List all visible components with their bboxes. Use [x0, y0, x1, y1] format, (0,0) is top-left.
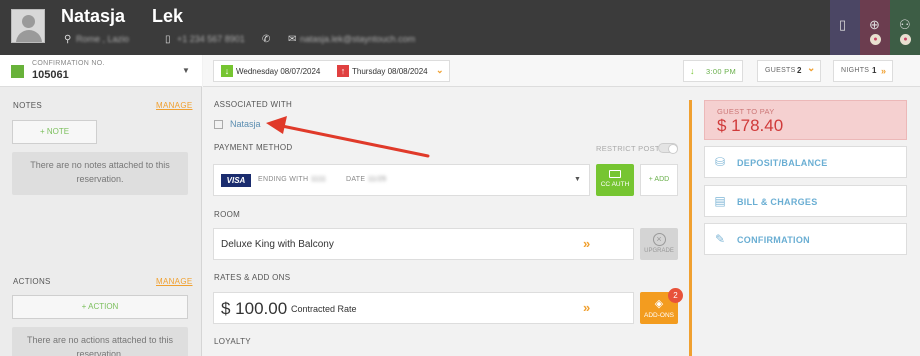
- stay-dates-bar: ↓ Wednesday 08/07/2024 ↑ Thursday 08/08/…: [203, 55, 920, 87]
- reservation-status-indicator: [11, 65, 24, 78]
- chevron-right-icon: »: [881, 66, 887, 76]
- guests-label: GUESTS: [765, 67, 796, 74]
- guest-to-pay-amount: $ 178.40: [717, 116, 784, 135]
- payment-method-title: PAYMENT METHOD: [214, 143, 293, 152]
- guest-header: Natasja Lek ⚲ Rome , Lazio ▯ +1 234 567 …: [0, 0, 920, 55]
- chevron-down-icon: ⌄: [436, 65, 444, 75]
- add-payment-button[interactable]: + ADD: [640, 164, 678, 196]
- time-arrow-icon: ↓: [690, 66, 695, 76]
- actions-empty-message: There are no actions attached to this re…: [12, 327, 188, 356]
- upgrade-button[interactable]: × UPGRADE: [640, 228, 678, 260]
- close-circle-icon: ×: [652, 233, 666, 246]
- guest-location: Rome , Lazio: [76, 34, 130, 44]
- notes-title: NOTES: [13, 101, 43, 110]
- deposit-balance-label: DEPOSIT/BALANCE: [737, 158, 828, 168]
- section-divider: [689, 100, 692, 356]
- header-tile-door[interactable]: ▯: [830, 0, 860, 55]
- guest-email: natasja.lek@stayntouch.com: [300, 34, 416, 44]
- building-icon: [214, 120, 223, 129]
- globe-icon: ⊕: [869, 17, 880, 32]
- group-icon: ⚇: [899, 17, 911, 32]
- left-sidebar: CONFIRMATION NO. 105061 ▼ NOTES MANAGE +…: [0, 55, 202, 356]
- bill-icon: ▤: [714, 194, 726, 208]
- guest-to-pay-label: GUEST TO PAY: [717, 107, 775, 116]
- room-title: ROOM: [214, 210, 241, 219]
- card-date-label: DATE: [346, 176, 366, 183]
- add-action-button[interactable]: + ACTION: [12, 295, 188, 319]
- phone-icon: ✆: [262, 34, 271, 45]
- deposit-icon: ⛁: [714, 155, 726, 169]
- addons-count-badge: 2: [668, 288, 683, 303]
- card-ending-number: 1111: [311, 176, 327, 183]
- pencil-icon: ✎: [714, 232, 726, 246]
- associated-with-title: ASSOCIATED WITH: [214, 100, 293, 109]
- loyalty-title: LOYALTY: [214, 337, 251, 346]
- arrival-date: Wednesday 08/07/2024: [236, 67, 321, 76]
- credit-card-icon: [609, 170, 621, 178]
- deposit-balance-button[interactable]: ⛁ DEPOSIT/BALANCE: [704, 146, 907, 178]
- stay-dates-selector[interactable]: ↓ Wednesday 08/07/2024 ↑ Thursday 08/08/…: [213, 60, 450, 82]
- caret-down-icon: ▼: [574, 176, 581, 183]
- cc-auth-button[interactable]: CC AUTH: [596, 164, 634, 196]
- add-note-button[interactable]: + NOTE: [12, 120, 97, 144]
- actions-title: ACTIONS: [13, 277, 51, 286]
- restrict-post-toggle[interactable]: [658, 143, 678, 154]
- guest-last-name[interactable]: Lek: [152, 6, 183, 27]
- status-dot-icon: ●: [900, 34, 911, 45]
- rate-card[interactable]: $ 100.00 Contracted Rate »: [213, 292, 634, 324]
- chevron-down-icon: ⌄: [807, 63, 816, 74]
- rate-name: Contracted Rate: [291, 304, 357, 314]
- room-type: Deluxe King with Balcony: [221, 239, 334, 250]
- bill-charges-button[interactable]: ▤ BILL & CHARGES: [704, 185, 907, 217]
- notes-empty-message: There are no notes attached to this rese…: [12, 152, 188, 195]
- email-icon: ✉: [288, 34, 297, 45]
- card-ending-label: ENDING WITH: [258, 176, 309, 183]
- arrival-time: 3:00 PM: [706, 67, 737, 76]
- bill-charges-label: BILL & CHARGES: [737, 197, 818, 207]
- upgrade-label: UPGRADE: [644, 248, 674, 254]
- guest-to-pay-panel: GUEST TO PAY $ 178.40: [704, 100, 907, 140]
- chevron-right-icon: »: [583, 300, 591, 315]
- payment-method-select[interactable]: VISA ENDING WITH 1111 DATE 11/25 ▼: [213, 164, 590, 196]
- nights-label: NIGHTS: [841, 67, 870, 74]
- mobile-phone-icon: ▯: [165, 34, 171, 45]
- notes-manage-link[interactable]: MANAGE: [156, 101, 192, 110]
- guest-first-name[interactable]: Natasja: [61, 6, 125, 27]
- guests-count: 2: [797, 66, 802, 75]
- restrict-post-label: RESTRICT POST: [596, 144, 660, 153]
- confirmation-button[interactable]: ✎ CONFIRMATION: [704, 223, 907, 255]
- nights-selector[interactable]: NIGHTS 1 »: [833, 60, 893, 82]
- cc-auth-label: CC AUTH: [600, 181, 630, 188]
- room-card[interactable]: Deluxe King with Balcony »: [213, 228, 634, 260]
- associated-guest-link[interactable]: Natasja: [230, 119, 261, 129]
- chevron-right-icon: »: [583, 236, 591, 251]
- confirmation-selector[interactable]: CONFIRMATION NO. 105061 ▼: [0, 55, 202, 87]
- nights-count: 1: [872, 66, 877, 75]
- departure-date: Thursday 08/08/2024: [352, 67, 428, 76]
- card-brand-logo: VISA: [221, 174, 251, 187]
- confirmation-number: 105061: [32, 69, 69, 81]
- rates-title: RATES & ADD ONS: [214, 273, 291, 282]
- addons-label: ADD-ONS: [644, 312, 674, 319]
- actions-manage-link[interactable]: MANAGE: [156, 277, 192, 286]
- guests-selector[interactable]: GUESTS 2 ⌄: [757, 60, 821, 82]
- header-tile-group[interactable]: ⚇ ●: [890, 0, 920, 55]
- confirmation-label: CONFIRMATION NO.: [32, 60, 105, 67]
- rate-amount: $ 100.00: [221, 299, 288, 318]
- card-expiry-date: 11/25: [368, 176, 387, 183]
- door-icon: ▯: [839, 17, 847, 32]
- caret-down-icon[interactable]: ▼: [182, 66, 190, 75]
- header-tile-globe[interactable]: ⊕ ●: [860, 0, 890, 55]
- guest-mobile: +1 234 567 8901: [177, 34, 245, 44]
- guest-avatar[interactable]: [11, 9, 45, 43]
- header-tiles: ▯ ⊕ ● ⚇ ●: [830, 0, 920, 55]
- location-pin-icon: ⚲: [64, 34, 72, 45]
- confirmation-label: CONFIRMATION: [737, 235, 810, 245]
- arrival-time-selector[interactable]: ↓ 3:00 PM: [683, 60, 743, 82]
- departure-arrow-icon: ↑: [337, 65, 349, 77]
- arrival-arrow-icon: ↓: [221, 65, 233, 77]
- status-dot-icon: ●: [870, 34, 881, 45]
